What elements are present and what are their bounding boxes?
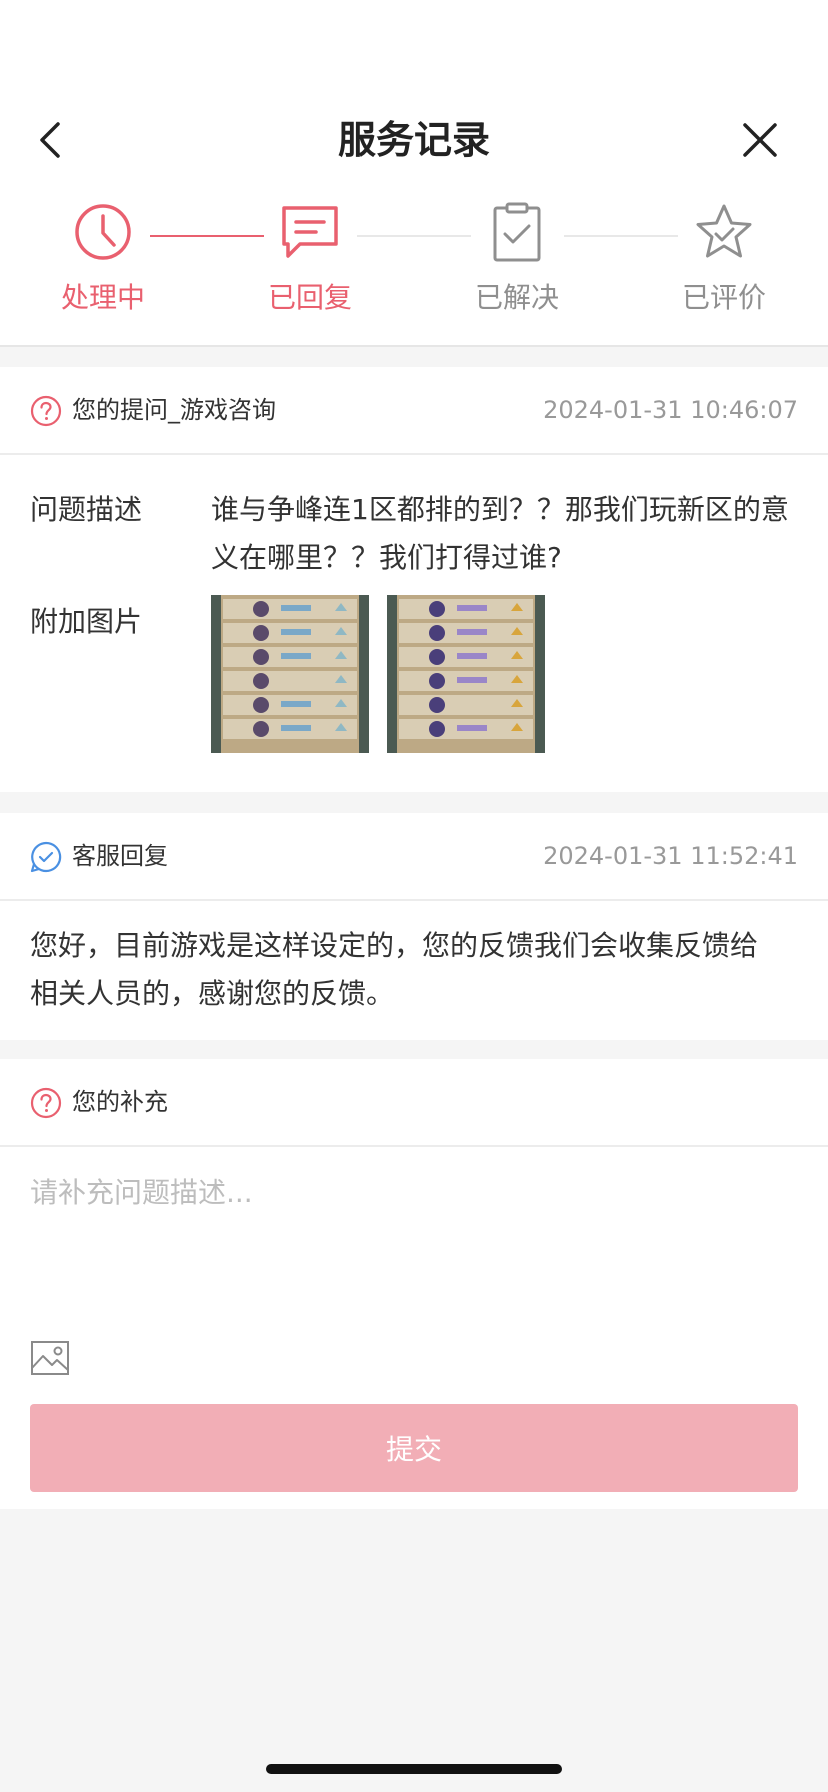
step-label: 已评价 bbox=[681, 281, 766, 314]
page-title: 服务记录 bbox=[337, 118, 490, 162]
question-header: 您的提问_游戏咨询 2024-01-31 10:46:07 bbox=[0, 367, 828, 455]
close-button[interactable] bbox=[738, 118, 782, 162]
image-icon bbox=[31, 1341, 69, 1375]
chat-check-icon bbox=[30, 841, 62, 873]
step-label: 处理中 bbox=[60, 281, 145, 314]
header-divider bbox=[0, 345, 828, 347]
description-label: 问题描述 bbox=[30, 493, 143, 526]
screenshot-thumbnail bbox=[387, 595, 545, 753]
images-label: 附加图片 bbox=[30, 605, 143, 638]
reply-title: 客服回复 bbox=[72, 842, 168, 870]
star-icon bbox=[696, 204, 752, 258]
step-rated: 已评价 bbox=[644, 200, 804, 318]
question-icon bbox=[30, 395, 62, 427]
attached-image-1[interactable] bbox=[211, 595, 369, 753]
home-indicator bbox=[266, 1764, 562, 1774]
step-label: 已回复 bbox=[267, 281, 352, 314]
reply-text-line-1: 您好，目前游戏是这样设定的，您的反馈我们会收集反馈给 bbox=[30, 929, 759, 962]
top-bar: 服务记录 处理中 已回复 已解决 已评价 bbox=[0, 0, 828, 345]
submit-button[interactable]: 提交 bbox=[30, 1404, 798, 1492]
add-image-button[interactable] bbox=[30, 1338, 70, 1378]
step-replied: 已回复 bbox=[230, 200, 390, 318]
reply-text-line-2: 相关人员的，感谢您的反馈。 bbox=[30, 977, 395, 1010]
description-line-2: 义在哪里？？我们打得过谁? bbox=[211, 541, 562, 574]
supplement-header: 您的补充 bbox=[0, 1059, 828, 1147]
screenshot-thumbnail bbox=[211, 595, 369, 753]
step-label: 已解决 bbox=[474, 281, 559, 314]
description-line-1: 谁与争峰连1区都排的到？？那我们玩新区的意 bbox=[211, 493, 789, 526]
clipboard-check-icon bbox=[493, 202, 541, 262]
step-resolved: 已解决 bbox=[437, 200, 597, 318]
reply-text: 您好，目前游戏是这样设定的，您的反馈我们会收集反馈给 相关人员的，感谢您的反馈。 bbox=[30, 922, 800, 1018]
question-timestamp: 2024-01-31 10:46:07 bbox=[543, 396, 798, 424]
question-icon bbox=[30, 1087, 62, 1119]
step-processing: 处理中 bbox=[23, 200, 183, 318]
question-title: 您的提问_游戏咨询 bbox=[72, 396, 276, 424]
reply-timestamp: 2024-01-31 11:52:41 bbox=[543, 842, 798, 870]
close-icon bbox=[743, 123, 777, 157]
supplement-input[interactable]: 请补充问题描述... bbox=[30, 1172, 800, 1214]
reply-header: 客服回复 2024-01-31 11:52:41 bbox=[0, 813, 828, 901]
message-icon bbox=[282, 206, 338, 258]
attached-image-2[interactable] bbox=[387, 595, 545, 753]
supplement-title: 您的补充 bbox=[72, 1088, 168, 1116]
clock-icon bbox=[75, 204, 131, 260]
